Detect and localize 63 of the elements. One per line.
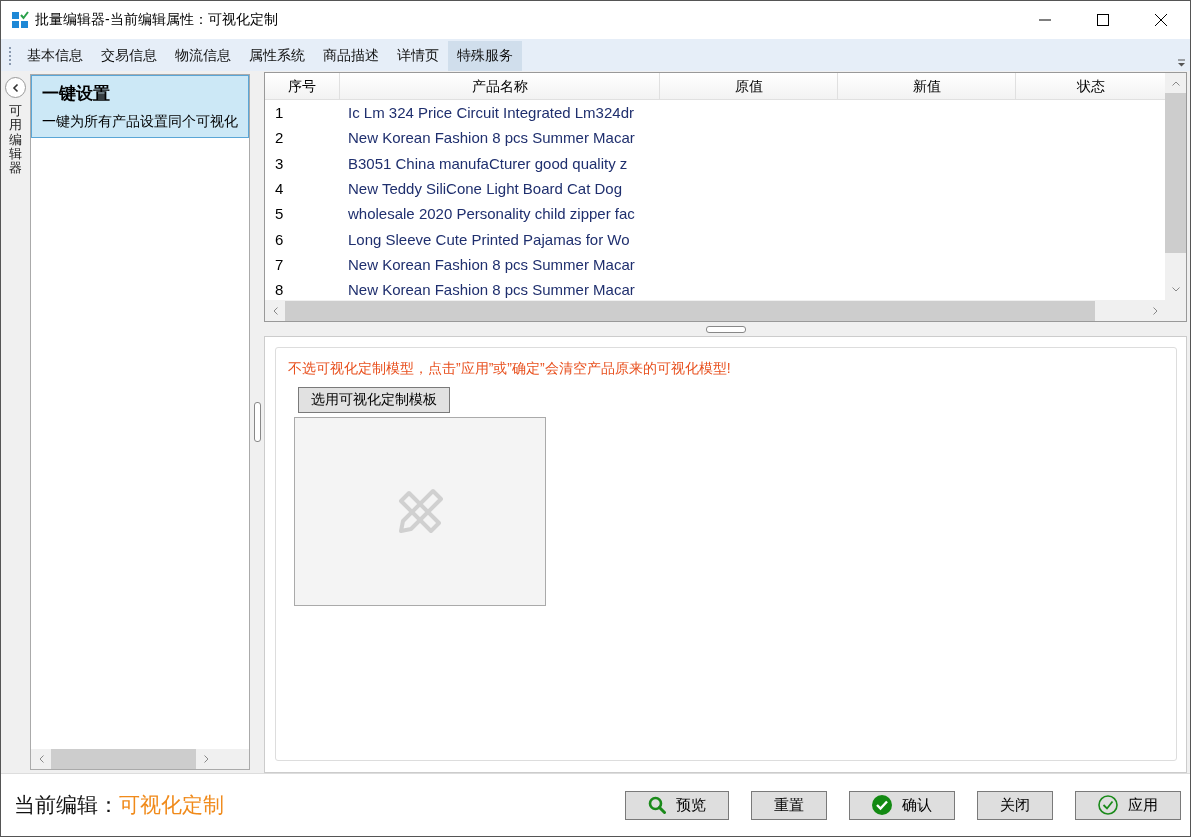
tab[interactable]: 详情页: [388, 41, 448, 71]
chevron-right-icon[interactable]: [203, 755, 209, 763]
footer-button[interactable]: 应用: [1075, 790, 1181, 820]
table-cell-text: wholesale 2020 Personality child zipper fac: [347, 205, 635, 223]
table-cell-text: Long Sleeve Cute Printed Pajamas for Wo: [347, 230, 630, 248]
editor-title: 一键设置: [42, 83, 111, 105]
chevron-left-icon: [10, 82, 21, 93]
tab[interactable]: 属性系统: [240, 41, 314, 71]
footer-button[interactable]: 确认: [849, 790, 955, 820]
tab[interactable]: 交易信息: [92, 41, 166, 71]
tab[interactable]: 物流信息: [166, 41, 240, 71]
table-cell-text: 8: [274, 281, 285, 299]
tab[interactable]: 特殊服务: [448, 41, 522, 71]
toolbar-grip: [9, 47, 13, 65]
column-header[interactable]: 原值: [660, 73, 838, 99]
warning-text: 不选可视化定制模型，点击”应用”或”确定”会清空产品原来的可视化模型!: [288, 360, 731, 378]
window-title: 批量编辑器-当前编辑属性：可视化定制: [35, 11, 278, 29]
table-cell-text: Ic Lm 324 Price Circuit Integrated Lm324dr: [347, 104, 634, 122]
close-icon: [1155, 14, 1167, 26]
chevron-left-icon[interactable]: [38, 755, 44, 763]
chevron-right-icon[interactable]: [1152, 306, 1158, 315]
current-edit-value: 可视化定制: [119, 792, 224, 818]
column-header[interactable]: 新值: [838, 73, 1016, 99]
column-header[interactable]: 序号: [265, 73, 340, 99]
footer-button[interactable]: 预览: [625, 790, 729, 820]
current-edit-label: 当前编辑：: [14, 792, 119, 818]
table-cell-text: 1: [274, 104, 285, 122]
maximize-icon: [1097, 14, 1109, 26]
table-cell-text: B3051 China manufaCturer good quality z: [347, 154, 628, 172]
table-cell-text: 2: [274, 129, 285, 147]
overflow-caret-icon[interactable]: [1177, 59, 1186, 67]
search-icon: [648, 796, 666, 814]
table-cell-text: 3: [274, 154, 285, 172]
chevron-up-icon[interactable]: [1171, 80, 1180, 86]
table-cell-text: New Korean Fashion 8 pcs Summer Macar: [347, 255, 635, 273]
choose-template-button[interactable]: 选用可视化定制模板: [298, 387, 450, 413]
table-cell-text: 4: [274, 180, 285, 198]
chevron-down-icon[interactable]: [1171, 286, 1180, 292]
tab[interactable]: 商品描述: [314, 41, 388, 71]
table-cell-text: 7: [274, 255, 285, 273]
app-logo-icon: [11, 11, 29, 29]
splitter-handle[interactable]: [705, 325, 746, 333]
table-cell-text: 5: [274, 205, 285, 223]
footer-button[interactable]: 关闭: [977, 790, 1053, 820]
footer-button[interactable]: 重置: [751, 790, 827, 820]
table-cell-text: New Korean Fashion 8 pcs Summer Macar: [347, 129, 635, 147]
table-cell-text: New Korean Fashion 8 pcs Summer Macar: [347, 281, 635, 299]
chevron-left-icon[interactable]: [272, 306, 278, 315]
editor-list-item[interactable]: 一键设置 一键为所有产品设置同个可视化: [31, 75, 249, 138]
collapse-button[interactable]: [5, 77, 26, 98]
table-cell-text: New Teddy SiliCone Light Board Cat Dog: [347, 180, 623, 198]
column-header[interactable]: 状态: [1016, 73, 1165, 99]
side-strip-label[interactable]: 可用编辑器: [9, 104, 22, 176]
vertical-scrollbar[interactable]: [1165, 73, 1186, 321]
horizontal-scrollbar[interactable]: [265, 300, 1165, 321]
table-cell-text: 6: [274, 230, 285, 248]
check-circle-icon: [1098, 795, 1118, 815]
splitter-handle[interactable]: [253, 402, 261, 442]
editor-description: 一键为所有产品设置同个可视化: [42, 113, 238, 131]
check-circle-icon: [872, 795, 892, 815]
column-header[interactable]: 产品名称: [340, 73, 660, 99]
horizontal-scrollbar[interactable]: [31, 749, 249, 769]
tab[interactable]: 基本信息: [18, 41, 92, 71]
